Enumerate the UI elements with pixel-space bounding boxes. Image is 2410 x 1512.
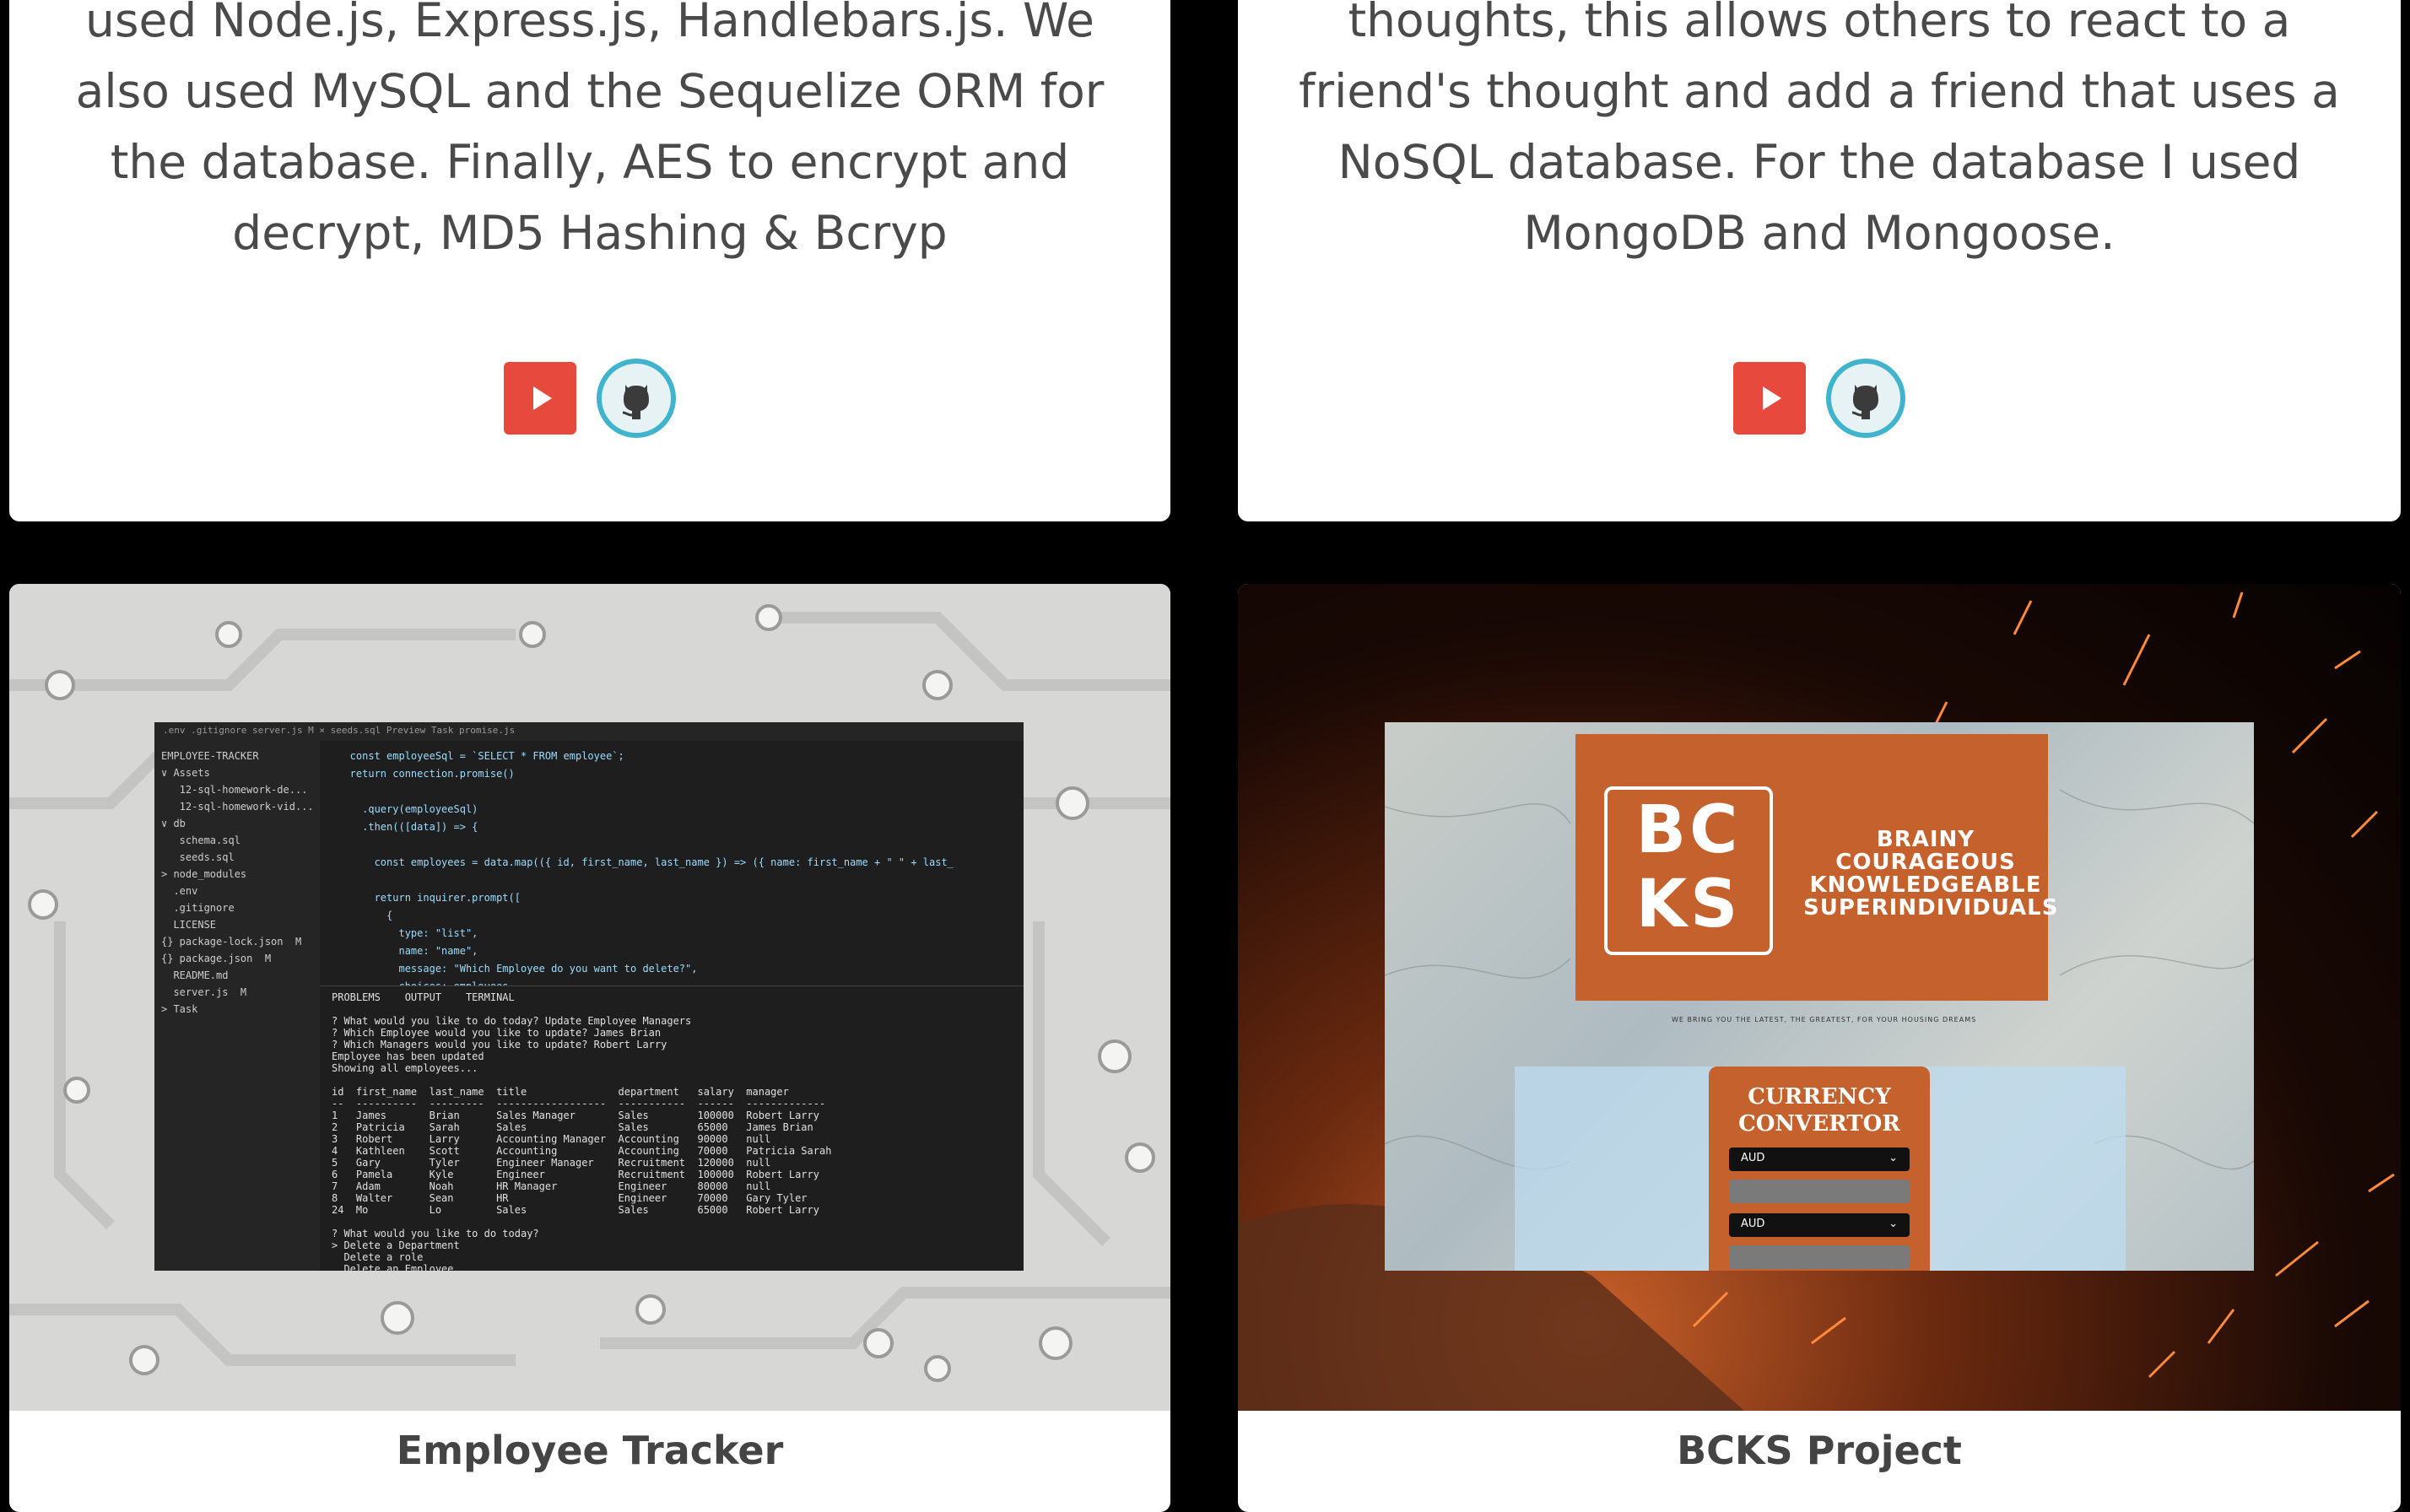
convertor-title-line: CURRENCY [1748,1084,1891,1110]
chevron-down-icon: ⌄ [1889,1152,1898,1164]
play-icon [533,386,552,410]
logo-word: BRAINY [1876,827,1975,852]
bcks-logo: BC KS BRAINY COURAGEOUS KNOWLEDGEABLE SU… [1575,734,2059,1001]
file-explorer: EMPLOYEE-TRACKER ∨ Assets 12-sql-homewor… [154,741,320,1271]
project-card-bcks[interactable]: BC KS BRAINY COURAGEOUS KNOWLEDGEABLE SU… [1238,584,2401,1512]
convertor-title-line: CONVERTOR [1738,1111,1900,1137]
editor-tabs: .env .gitignore server.js M × seeds.sql … [154,722,1024,741]
project-card-top-right: thoughts, this allows others to react to… [1238,0,2401,521]
video-demo-button[interactable] [1733,362,1806,435]
currency-convertor-widget: CURRENCY CONVERTOR AUD ⌄ AUD ⌄ [1709,1066,1930,1271]
code-editor-screenshot: .env .gitignore server.js M × seeds.sql … [154,722,1024,1271]
chevron-down-icon: ⌄ [1889,1218,1898,1230]
project-links [1238,359,2401,438]
github-repo-button[interactable] [597,359,676,438]
logo-word: SUPERINDIVIDUALS [1803,895,2059,921]
from-amount-field [1729,1180,1910,1203]
bcks-logo-words: BRAINY COURAGEOUS KNOWLEDGEABLE SUPERIND… [1803,827,2059,921]
project-links [9,359,1170,438]
project-description: thoughts, this allows others to react to… [1299,0,2340,260]
project-description: used Node.js, Express.js, Handlebars.js.… [75,0,1105,260]
to-currency-value: AUD [1741,1218,1765,1230]
github-icon [613,375,660,422]
project-title: Employee Tracker [396,1428,784,1473]
project-thumbnail[interactable]: .env .gitignore server.js M × seeds.sql … [9,584,1170,1411]
project-card-employee-tracker[interactable]: .env .gitignore server.js M × seeds.sql … [9,584,1170,1512]
convertor-title: CURRENCY CONVERTOR [1709,1083,1930,1137]
project-card-top-left: used Node.js, Express.js, Handlebars.js.… [9,0,1170,521]
to-currency-select: AUD ⌄ [1729,1213,1910,1237]
bcks-website-screenshot: BC KS BRAINY COURAGEOUS KNOWLEDGEABLE SU… [1385,722,2254,1271]
logo-letters-top: BC [1635,792,1742,868]
video-demo-button[interactable] [504,362,576,435]
github-repo-button[interactable] [1826,359,1905,438]
from-currency-select: AUD ⌄ [1729,1148,1910,1171]
play-icon [1763,386,1781,410]
bcks-tagline: WE BRING YOU THE LATEST, THE GREATEST, F… [1672,1016,1977,1023]
terminal-pane: PROBLEMS OUTPUT TERMINAL ? What would yo… [320,986,1024,1271]
bcks-logo-letters: BC KS [1604,786,1773,955]
logo-letters-bottom: KS [1635,867,1742,942]
github-icon [1842,375,1889,422]
project-title: BCKS Project [1677,1428,1962,1473]
to-amount-field [1729,1245,1910,1269]
project-thumbnail[interactable]: BC KS BRAINY COURAGEOUS KNOWLEDGEABLE SU… [1238,584,2401,1411]
logo-word: COURAGEOUS [1835,850,2016,875]
logo-word: KNOWLEDGEABLE [1809,872,2042,898]
from-currency-value: AUD [1741,1152,1765,1164]
code-pane: const employeeSql = `SELECT * FROM emplo… [349,750,954,986]
